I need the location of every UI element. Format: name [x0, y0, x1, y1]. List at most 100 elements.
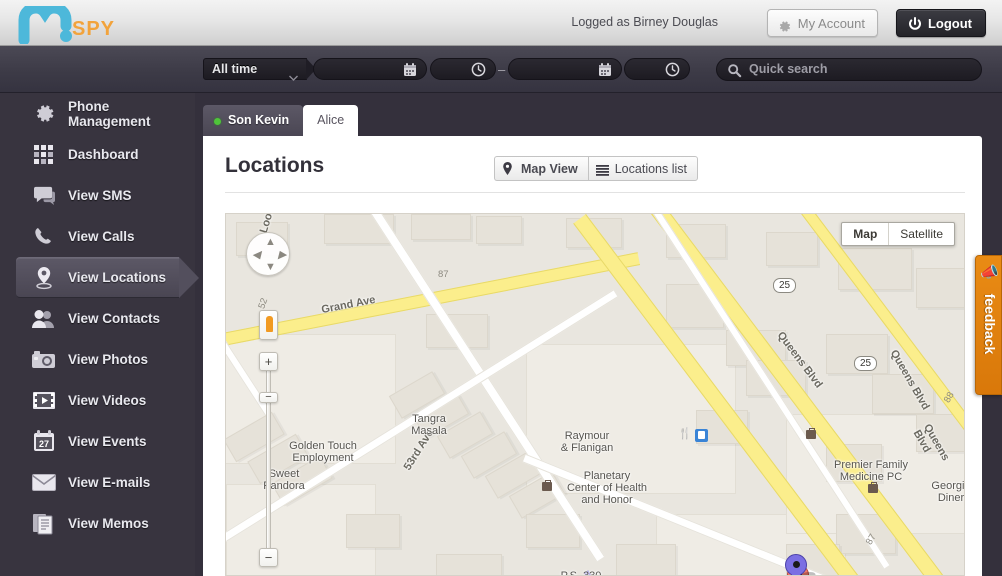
time-to-input[interactable]: [624, 58, 690, 80]
place-label: Golden Touch Employment: [289, 440, 357, 464]
store-icon: [868, 482, 878, 493]
route-shield: 25: [773, 278, 796, 293]
sidebar-item-label: View Calls: [68, 229, 135, 244]
map-pan-control[interactable]: ▲ ▼ ◀ ▶: [246, 232, 290, 276]
svg-text:27: 27: [39, 439, 49, 449]
street-number-label: 52: [256, 296, 271, 311]
locations-list-label: Locations list: [614, 162, 687, 176]
pan-right-icon[interactable]: ▶: [278, 248, 286, 261]
marker-dot: [793, 561, 800, 568]
date-to-input[interactable]: [508, 58, 622, 80]
marker-tip: [790, 569, 802, 575]
sidebar-item-view-videos[interactable]: View Videos: [0, 380, 195, 421]
gear-icon: [30, 101, 58, 127]
my-account-button[interactable]: My Account: [766, 9, 878, 37]
sidebar-item-view-memos[interactable]: View Memos: [0, 503, 195, 544]
location-marker-current[interactable]: [785, 554, 818, 575]
magnifier-icon: [727, 63, 742, 83]
sidebar-item-label: Phone Management: [68, 98, 151, 129]
search-input[interactable]: Quick search: [716, 58, 982, 81]
pan-left-icon[interactable]: ◀: [252, 248, 260, 261]
bus-stop-icon: [695, 429, 708, 442]
period-select[interactable]: All time: [203, 58, 307, 81]
place-label: Premier Family Medicine PC: [834, 459, 908, 483]
tab-label: Alice: [317, 113, 345, 127]
film-icon: [30, 388, 58, 414]
sidebar-item-view-events[interactable]: 27 View Events: [0, 421, 195, 462]
sidebar-item-view-locations[interactable]: View Locations: [16, 257, 199, 298]
my-account-label: My Account: [797, 16, 865, 31]
search-placeholder: Quick search: [749, 62, 828, 76]
gear-icon: [777, 16, 792, 43]
app-root: SPY Logged as Birney Douglas My Account …: [0, 0, 1002, 576]
sidebar-item-label: View E-mails: [68, 475, 151, 490]
restaurant-icon: 🍴: [678, 428, 692, 440]
logout-button[interactable]: Logout: [895, 9, 986, 37]
date-from-input[interactable]: [313, 58, 427, 80]
zoom-slider-handle[interactable]: −: [259, 392, 278, 403]
map-type-satellite-button[interactable]: Satellite: [889, 223, 954, 245]
feedback-label: feedback: [982, 293, 998, 355]
map-view-label: Map View: [521, 162, 578, 176]
sidebar-item-label: View Events: [68, 434, 147, 449]
time-from-input[interactable]: [430, 58, 496, 80]
place-label: Raymour & Flanigan: [560, 430, 614, 454]
period-select-value: All time: [212, 62, 258, 76]
notes-icon: [30, 511, 58, 537]
grid-icon: [30, 142, 58, 168]
store-icon: [806, 428, 816, 439]
sidebar-item-view-emails[interactable]: View E-mails: [0, 462, 195, 503]
device-tabs: Son Kevin Alice: [203, 105, 359, 137]
camera-icon: [30, 347, 58, 373]
phone-icon: [30, 224, 58, 250]
map-type-toggle: Map Satellite: [841, 222, 955, 246]
map-view-button[interactable]: Map View: [494, 156, 588, 181]
sidebar-item-view-contacts[interactable]: View Contacts: [0, 298, 195, 339]
place-label: Sweet Pandora: [263, 468, 305, 492]
place-label: Planetary Center of Health and Honor: [566, 470, 648, 506]
people-icon: [30, 306, 58, 332]
map-type-map-button[interactable]: Map: [842, 223, 890, 245]
clock-icon: [471, 62, 486, 82]
sidebar-item-label: View Locations: [68, 270, 167, 285]
sidebar-item-phone-management[interactable]: Phone Management: [0, 93, 195, 134]
speech-bubble-icon: [30, 183, 58, 209]
sidebar-item-label: View Contacts: [68, 311, 161, 326]
map-pin-icon: [30, 265, 58, 291]
map-pin-icon: [502, 161, 513, 185]
zoom-in-button[interactable]: +: [259, 352, 278, 371]
feedback-tab[interactable]: 📣 feedback: [975, 255, 1002, 395]
tab-alice[interactable]: Alice: [303, 105, 359, 137]
sidebar-item-dashboard[interactable]: Dashboard: [0, 134, 195, 175]
calendar-27-icon: 27: [30, 429, 58, 455]
logout-label: Logout: [927, 16, 972, 31]
locations-list-button[interactable]: Locations list: [587, 156, 698, 181]
top-header: SPY Logged as Birney Douglas My Account …: [0, 0, 1002, 46]
place-label: Georgia Diner: [931, 480, 965, 504]
sidebar-item-label: View Photos: [68, 352, 149, 367]
tab-son-kevin[interactable]: Son Kevin: [203, 105, 304, 137]
page-title: Locations: [225, 154, 325, 177]
logo[interactable]: SPY: [16, 2, 136, 46]
online-status-dot: [214, 118, 221, 125]
pan-down-icon[interactable]: ▼: [265, 261, 276, 273]
logo-text: SPY: [72, 18, 116, 40]
route-shield: 25: [854, 356, 877, 371]
map-canvas[interactable]: 🍴 ⛰ 🐾 🍴 ✂ 25 25 Grand Ave 53rd Ave: [225, 213, 965, 576]
sidebar-item-view-photos[interactable]: View Photos: [0, 339, 195, 380]
sidebar-item-label: View SMS: [68, 188, 132, 203]
sidebar-item-view-calls[interactable]: View Calls: [0, 216, 195, 257]
zoom-out-button[interactable]: −: [259, 548, 278, 567]
m-logo-icon: [16, 2, 72, 49]
envelope-icon: [30, 470, 58, 496]
street-view-pegman-icon[interactable]: [259, 310, 278, 340]
pan-up-icon[interactable]: ▲: [265, 236, 276, 248]
sidebar-item-label: View Videos: [68, 393, 147, 408]
sidebar-item-label: Dashboard: [68, 147, 139, 162]
view-toggle-group: Map View Locations list: [494, 156, 698, 181]
sidebar-item-view-sms[interactable]: View SMS: [0, 175, 195, 216]
tab-label: Son Kevin: [228, 113, 290, 127]
range-separator: –: [498, 62, 506, 77]
power-icon: [907, 15, 923, 42]
sidebar-item-label: View Memos: [68, 516, 149, 531]
